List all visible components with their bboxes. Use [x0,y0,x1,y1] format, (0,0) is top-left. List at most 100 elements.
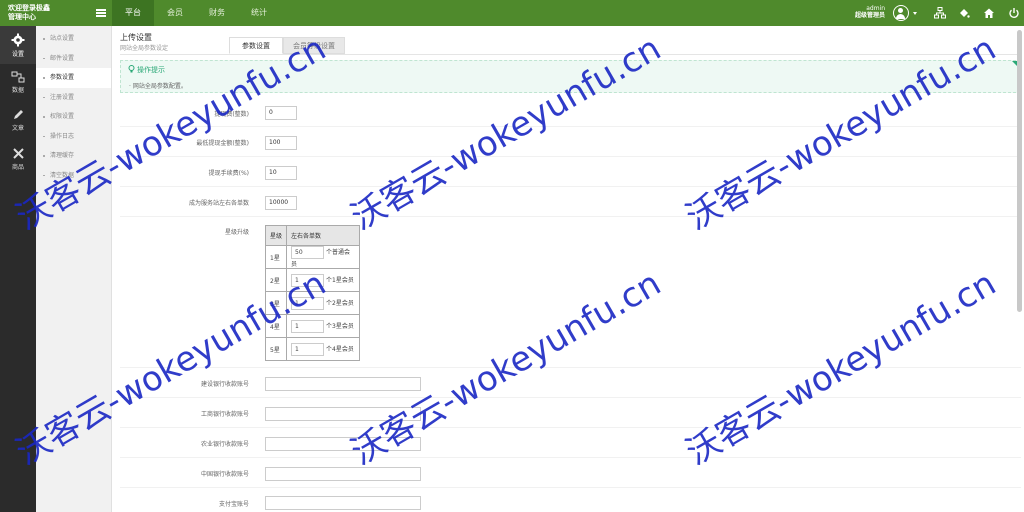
form-row: 最低提现金额(整数) 100 [120,127,1021,157]
page-title: 上传设置 [120,33,152,42]
level-name: 5星 [264,337,288,361]
level-count-input[interactable]: 1 [291,342,325,356]
level-count-input[interactable]: 50 [291,246,325,259]
sub-item-label: 邮件设置 [50,54,75,62]
min-withdraw-input[interactable]: 100 [265,136,297,150]
sub-item-label: 参数设置 [50,74,75,81]
table-row: 2星 1 个1星会员 [264,268,361,292]
sub-item-label: 权限设置 [50,113,75,120]
main-content: 上传设置 网站全局参数设定 参数设置 会员等级设置 操作提示 · 网站全局参数配… [112,26,1024,512]
sidebar-label: 商品 [11,164,24,171]
sub-item-clear[interactable]: 清空数据 [36,166,111,186]
table-header: 星级 [264,225,288,246]
tip-body: · 网站全局参数配置。 [129,83,187,90]
boc-account-input[interactable] [265,467,421,481]
data-icon [11,71,25,83]
level-name: 1星 [264,245,288,269]
tip-box: 操作提示 · 网站全局参数配置。 [120,60,1021,93]
nav-platform[interactable]: 平台 [112,0,154,26]
user-role: 超级管理员 [855,12,886,19]
form-row: 支付宝账号 [120,488,1021,512]
level-name: 4星 [264,314,288,338]
sub-sidebar: 站点设置 邮件设置 参数设置 注册设置 权限设置 操作日志 清理缓存 清空数据 [36,26,112,512]
nav-finance[interactable]: 财务 [196,0,238,26]
level-table: 星级 左右各单数 1星 50 个普通会员 2星 1 个1星会员 3星 1 个2星会员 … [264,225,361,361]
menu-icon[interactable] [96,9,106,17]
top-bar: 欢迎登录极鑫 管理中心 平台 会员 财务 统计 admin 超级管理员 [0,0,1024,26]
sub-item-label: 注册设置 [50,93,75,101]
user-name: admin [866,5,886,12]
field-label: 最低提现金额(整数) [196,140,249,147]
sidebar-label: 文章 [11,125,24,132]
field-label: 中国银行收款账号 [200,471,249,478]
power-icon[interactable] [1008,7,1020,19]
nav-stats[interactable]: 统计 [238,0,280,26]
field-label: 农业银行收款账号 [200,441,249,448]
sub-item-cache[interactable]: 清理缓存 [36,146,111,166]
form-row: 农业银行收款账号 [120,428,1021,458]
alipay-account-input[interactable] [265,496,421,510]
tip-title: 操作提示 [128,65,165,75]
form-row: 工商银行收款账号 [120,398,1021,428]
table-row: 5星 1 个4星会员 [264,337,361,361]
withdraw-fee-input[interactable]: 0 [265,106,297,120]
form-row: 建设银行收款账号 [120,368,1021,398]
table-row: 4星 1 个3星会员 [264,314,361,338]
sidebar-item-article[interactable]: 文章 [0,102,36,140]
chevron-down-icon[interactable] [913,12,917,15]
top-nav: 平台 会员 财务 统计 [112,0,280,26]
service-station-input[interactable]: 10000 [265,196,297,210]
user-info[interactable]: admin 超级管理员 [855,5,885,19]
tools-icon [12,148,24,159]
sub-item-site[interactable]: 站点设置 [36,29,111,49]
sidebar-label: 设置 [11,51,24,58]
field-label: 工商银行收款账号 [200,411,249,418]
level-unit: 个3星会员 [326,322,354,330]
field-label: 提现手续费(%) [208,170,249,177]
level-name: 3星 [264,291,288,315]
field-label: 成为服务站左右各单数 [188,200,249,207]
home-icon[interactable] [983,7,995,19]
tab-params[interactable]: 参数设置 [229,37,283,54]
field-label: 提现费(整数) [214,111,249,118]
sub-item-label: 清空数据 [50,171,75,179]
sub-item-params[interactable]: 参数设置 [36,68,111,88]
lightbulb-icon [128,65,135,73]
form-row: 星级升级 [120,217,1021,368]
tab-member-level[interactable]: 会员等级设置 [283,37,345,54]
paint-bucket-icon[interactable] [958,7,970,19]
scrollbar[interactable] [1017,30,1022,312]
pen-icon [14,110,23,119]
sidebar-item-goods[interactable]: 商品 [0,140,36,178]
withdraw-rate-input[interactable]: 10 [265,166,297,180]
table-header: 左右各单数 [286,225,361,246]
icbc-account-input[interactable] [265,407,421,421]
form-row: 中国银行收款账号 [120,458,1021,488]
table-row: 3星 1 个2星会员 [264,291,361,315]
level-count-input[interactable]: 1 [291,296,325,310]
sidebar-label: 数据 [11,87,24,94]
field-label: 支付宝账号 [218,501,249,508]
nav-member[interactable]: 会员 [154,0,196,26]
level-name: 2星 [264,268,288,292]
sub-item-register[interactable]: 注册设置 [36,88,111,108]
sub-item-mail[interactable]: 邮件设置 [36,49,111,69]
gear-icon [11,33,25,47]
ccb-account-input[interactable] [265,377,421,391]
abc-account-input[interactable] [265,437,421,451]
form-row: 成为服务站左右各单数 10000 [120,187,1021,217]
sub-item-permission[interactable]: 权限设置 [36,107,111,127]
sitemap-icon[interactable] [934,7,946,19]
level-unit: 个1星会员 [326,276,354,284]
tab-divider [120,54,1020,55]
page-subtitle: 网站全局参数设定 [120,45,169,52]
sidebar-item-data[interactable]: 数据 [0,64,36,102]
form-row: 提现手续费(%) 10 [120,157,1021,187]
main-sidebar: 设置 数据 文章 商品 [0,26,36,512]
level-count-input[interactable]: 1 [291,319,325,333]
sub-item-log[interactable]: 操作日志 [36,127,111,147]
sub-item-label: 站点设置 [50,35,75,42]
sidebar-item-settings[interactable]: 设置 [0,26,36,64]
avatar-icon[interactable] [893,5,909,21]
level-count-input[interactable]: 1 [291,273,325,287]
